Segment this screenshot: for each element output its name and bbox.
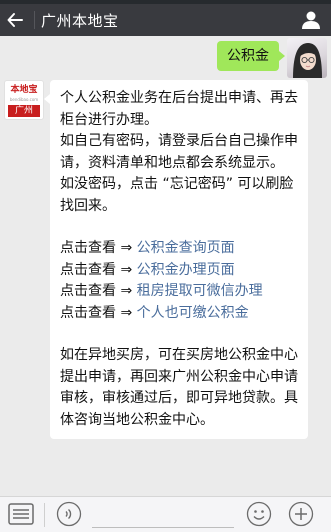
menu-list-icon xyxy=(8,503,34,525)
sent-message-text: 公积金 xyxy=(227,48,269,64)
voice-button[interactable] xyxy=(56,501,82,527)
message-paragraph: 如没密码，点击 “忘记密码” 可以刷脸找回来。 xyxy=(60,176,294,214)
plus-icon xyxy=(288,501,314,527)
link-rent-withdrawal[interactable]: 租房提取可微信办理 xyxy=(137,283,263,299)
link-prefix: 点击查看 ⇒ xyxy=(60,240,137,256)
person-icon xyxy=(302,11,320,29)
my-avatar[interactable] xyxy=(287,38,327,78)
voice-icon xyxy=(56,501,82,527)
emoji-button[interactable] xyxy=(246,501,272,527)
chat-header: 广州本地宝 xyxy=(0,4,331,36)
toolbar-divider xyxy=(44,503,45,527)
back-arrow-icon xyxy=(7,13,23,27)
profile-button[interactable] xyxy=(301,10,321,30)
logo-domain: bendibao.com xyxy=(9,97,39,102)
chat-area[interactable]: 公积金 本地宝 bendibao.com 广州 个人公积金业务在后台提出申请、再… xyxy=(0,36,331,496)
logo-city: 广州 xyxy=(8,105,40,117)
link-prefix: 点击查看 ⇒ xyxy=(60,283,137,299)
link-gjj-query-page[interactable]: 公积金查询页面 xyxy=(137,240,235,256)
link-line: 点击查看 ⇒ 公积金办理页面 xyxy=(60,260,298,282)
link-prefix: 点击查看 ⇒ xyxy=(60,304,137,321)
message-paragraph: 如在异地买房，可在买房地公积金中心提出申请，再回来广州公积金中心申请审核，审核通… xyxy=(60,347,298,428)
link-line: 点击查看 ⇒ 个人也可缴公积金 xyxy=(60,303,298,325)
sent-message[interactable]: 公积金 xyxy=(217,41,285,71)
more-button[interactable] xyxy=(288,501,314,527)
emoji-icon xyxy=(246,501,272,527)
sender-avatar[interactable]: 本地宝 bendibao.com 广州 xyxy=(4,80,44,120)
user-photo-icon xyxy=(293,43,322,78)
menu-toggle-button[interactable] xyxy=(6,500,36,528)
input-toolbar xyxy=(0,496,331,532)
logo-brand: 本地宝 xyxy=(10,85,38,95)
link-gjj-service-page[interactable]: 公积金办理页面 xyxy=(137,262,235,278)
link-individual-contribution[interactable]: 个人也可缴公积金 xyxy=(137,305,249,321)
link-prefix: 点击查看 ⇒ xyxy=(60,261,137,278)
link-line: 点击查看 ⇒ 租房提取可微信办理 xyxy=(60,281,298,303)
received-message: 个人公积金业务在后台提出申请、再去柜台进行办理。 如自己有密码，请登录后台自己操… xyxy=(44,80,308,439)
chat-title: 广州本地宝 xyxy=(41,11,119,30)
message-paragraph: 个人公积金业务在后台提出申请、再去柜台进行办理。 xyxy=(60,90,298,128)
message-paragraph: 如自己有密码，请登录后台自己操作申请，资料清单和地点都会系统显示。 xyxy=(60,133,298,171)
back-button[interactable] xyxy=(0,4,30,36)
link-line: 点击查看 ⇒ 公积金查询页面 xyxy=(60,238,298,260)
header-divider xyxy=(34,11,35,29)
message-input[interactable] xyxy=(92,527,234,528)
